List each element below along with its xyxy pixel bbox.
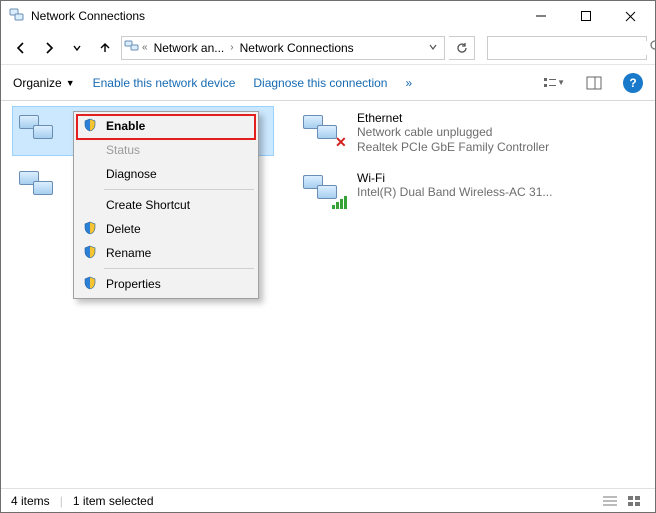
back-button[interactable]	[9, 36, 33, 60]
chevron-down-icon: ▼	[66, 78, 75, 88]
more-commands[interactable]: »	[405, 76, 412, 90]
organize-menu[interactable]: Organize ▼	[13, 76, 75, 90]
ctx-enable[interactable]: Enable	[76, 114, 256, 138]
item-count: 4 items	[11, 494, 50, 508]
separator: |	[60, 494, 63, 508]
window-buttons	[518, 1, 653, 31]
separator	[104, 268, 254, 269]
help-button[interactable]: ?	[623, 73, 643, 93]
adapter-wifi[interactable]: Wi-Fi Intel(R) Dual Band Wireless-AC 31.…	[297, 167, 557, 215]
minimize-button[interactable]	[518, 1, 563, 31]
items-view[interactable]: Cisco AnyConnect Secure Mobility ✕ Ether…	[1, 101, 655, 487]
forward-button[interactable]	[37, 36, 61, 60]
up-button[interactable]	[93, 36, 117, 60]
address-bar[interactable]: « Network an... › Network Connections	[121, 36, 445, 60]
context-menu: Enable Status Diagnose Create Shortcut D…	[73, 111, 259, 299]
network-adapter-icon: ✕	[301, 111, 349, 151]
search-input[interactable]	[494, 41, 649, 55]
window-title: Network Connections	[31, 9, 518, 23]
ctx-create-shortcut[interactable]: Create Shortcut	[76, 193, 256, 217]
ctx-properties[interactable]: Properties	[76, 272, 256, 296]
adapter-name: Ethernet	[357, 111, 549, 125]
organize-label: Organize	[13, 76, 62, 90]
address-dropdown-icon[interactable]	[424, 41, 442, 55]
command-bar: Organize ▼ Enable this network device Dia…	[1, 65, 655, 101]
disconnected-icon: ✕	[335, 135, 349, 149]
ctx-status: Status	[76, 138, 256, 162]
separator	[104, 189, 254, 190]
network-adapter-icon	[17, 167, 65, 207]
large-icons-view-button[interactable]	[623, 490, 645, 512]
diagnose-connection-command[interactable]: Diagnose this connection	[253, 76, 387, 90]
address-icon	[124, 38, 140, 57]
chevron-left-icon: «	[142, 42, 148, 53]
app-icon	[9, 7, 25, 26]
nav-row: « Network an... › Network Connections	[1, 31, 655, 65]
breadcrumb-current[interactable]: Network Connections	[236, 39, 358, 57]
network-adapter-icon	[17, 111, 65, 151]
shield-icon	[83, 118, 97, 132]
view-options-button[interactable]: ▼	[543, 72, 565, 94]
shield-icon	[83, 276, 97, 290]
recent-locations-button[interactable]	[65, 36, 89, 60]
status-bar: 4 items | 1 item selected	[1, 488, 655, 512]
ctx-diagnose[interactable]: Diagnose	[76, 162, 256, 186]
network-adapter-icon	[301, 171, 349, 211]
search-box[interactable]	[487, 36, 647, 60]
chevron-right-icon[interactable]: ›	[230, 42, 233, 53]
adapter-device: Intel(R) Dual Band Wireless-AC 31...	[357, 185, 552, 200]
shield-icon	[83, 245, 97, 259]
adapter-device: Realtek PCIe GbE Family Controller	[357, 140, 549, 155]
search-icon[interactable]	[649, 39, 656, 56]
enable-device-command[interactable]: Enable this network device	[93, 76, 236, 90]
adapter-name: Wi-Fi	[357, 171, 552, 185]
preview-pane-button[interactable]	[583, 72, 605, 94]
selected-count: 1 item selected	[73, 494, 154, 508]
wifi-signal-icon	[332, 196, 347, 209]
ctx-enable-label: Enable	[106, 119, 145, 133]
ctx-delete: Delete	[76, 217, 256, 241]
adapter-ethernet[interactable]: ✕ Ethernet Network cable unplugged Realt…	[297, 107, 557, 159]
close-button[interactable]	[608, 1, 653, 31]
refresh-button[interactable]	[449, 36, 475, 60]
titlebar: Network Connections	[1, 1, 655, 31]
shield-icon	[83, 221, 97, 235]
adapter-status: Network cable unplugged	[357, 125, 549, 140]
ctx-rename[interactable]: Rename	[76, 241, 256, 265]
details-view-button[interactable]	[599, 490, 621, 512]
breadcrumb-parent[interactable]: Network an...	[150, 39, 229, 57]
maximize-button[interactable]	[563, 1, 608, 31]
